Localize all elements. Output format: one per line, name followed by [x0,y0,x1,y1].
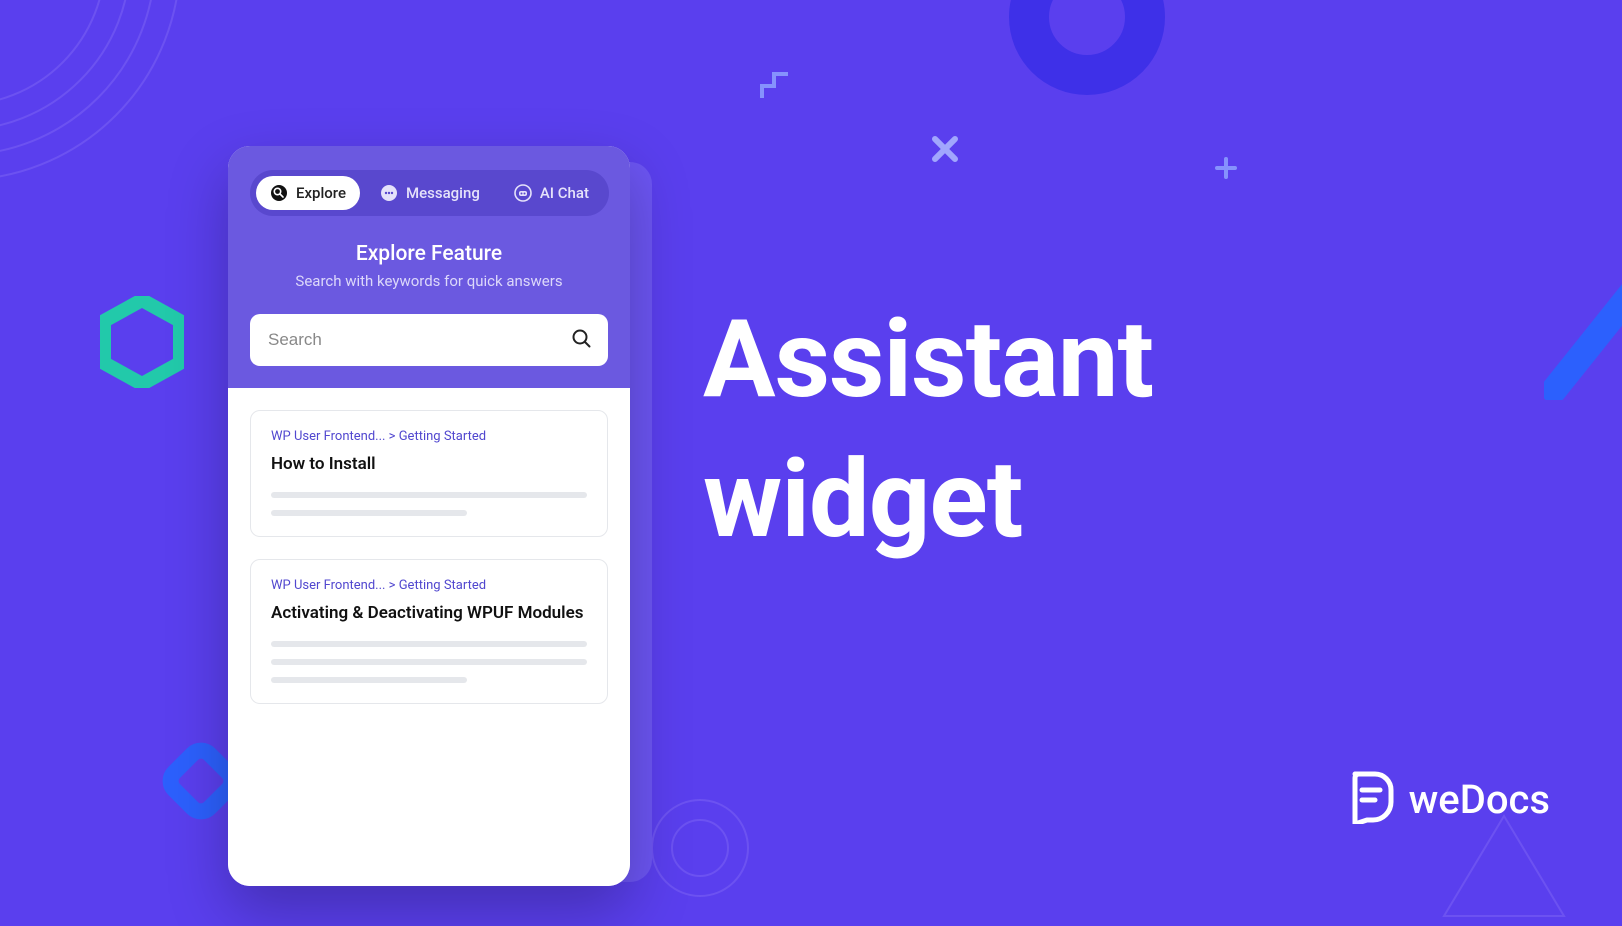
page-headline: Assistant widget [703,290,1153,571]
search-field[interactable] [250,314,608,366]
feature-title: Explore Feature [250,242,608,266]
deco-x-icon [930,134,960,164]
tab-aichat[interactable]: AI Chat [500,176,603,210]
skeleton-line [271,641,587,647]
feature-heading: Explore Feature Search with keywords for… [250,242,608,290]
widget-tabs: Explore Messaging AI Chat [250,170,609,216]
headline-line-2: widget [703,430,1153,570]
tab-explore[interactable]: Explore [256,176,360,210]
tab-messaging[interactable]: Messaging [366,176,494,210]
deco-plus-icon [1214,156,1238,180]
article-title: Activating & Deactivating WPUF Modules [271,603,587,623]
tab-messaging-label: Messaging [406,184,480,202]
tab-explore-label: Explore [296,184,346,202]
article-breadcrumb: WP User Frontend... > Getting Started [271,429,587,444]
explore-icon [270,184,288,202]
search-icon [570,327,592,353]
widget-body: WP User Frontend... > Getting Started Ho… [228,388,630,886]
skeleton-line [271,677,467,683]
assistant-widget: Explore Messaging AI Chat Explore Featur… [228,146,630,886]
deco-ring-blue [1002,0,1172,102]
article-card[interactable]: WP User Frontend... > Getting Started Ac… [250,559,608,704]
wedocs-logo-icon [1347,770,1395,828]
article-card[interactable]: WP User Frontend... > Getting Started Ho… [250,410,608,537]
skeleton-line [271,510,467,516]
tab-aichat-label: AI Chat [540,184,589,202]
bot-icon [514,184,532,202]
deco-arcs [0,0,220,220]
article-breadcrumb: WP User Frontend... > Getting Started [271,578,587,593]
deco-ring-outline [640,788,760,908]
headline-line-1: Assistant [703,290,1153,430]
article-title: How to Install [271,454,587,474]
chat-icon [380,184,398,202]
deco-hexagon-green [100,296,184,388]
brand-mark: weDocs [1347,770,1550,828]
brand-name: weDocs [1409,776,1550,823]
feature-subtitle: Search with keywords for quick answers [250,272,608,290]
skeleton-line [271,492,587,498]
widget-header: Explore Messaging AI Chat Explore Featur… [228,146,630,388]
search-input[interactable] [250,314,608,366]
skeleton-line [271,659,587,665]
deco-slash-blue [1544,280,1622,400]
deco-steps [760,72,800,102]
